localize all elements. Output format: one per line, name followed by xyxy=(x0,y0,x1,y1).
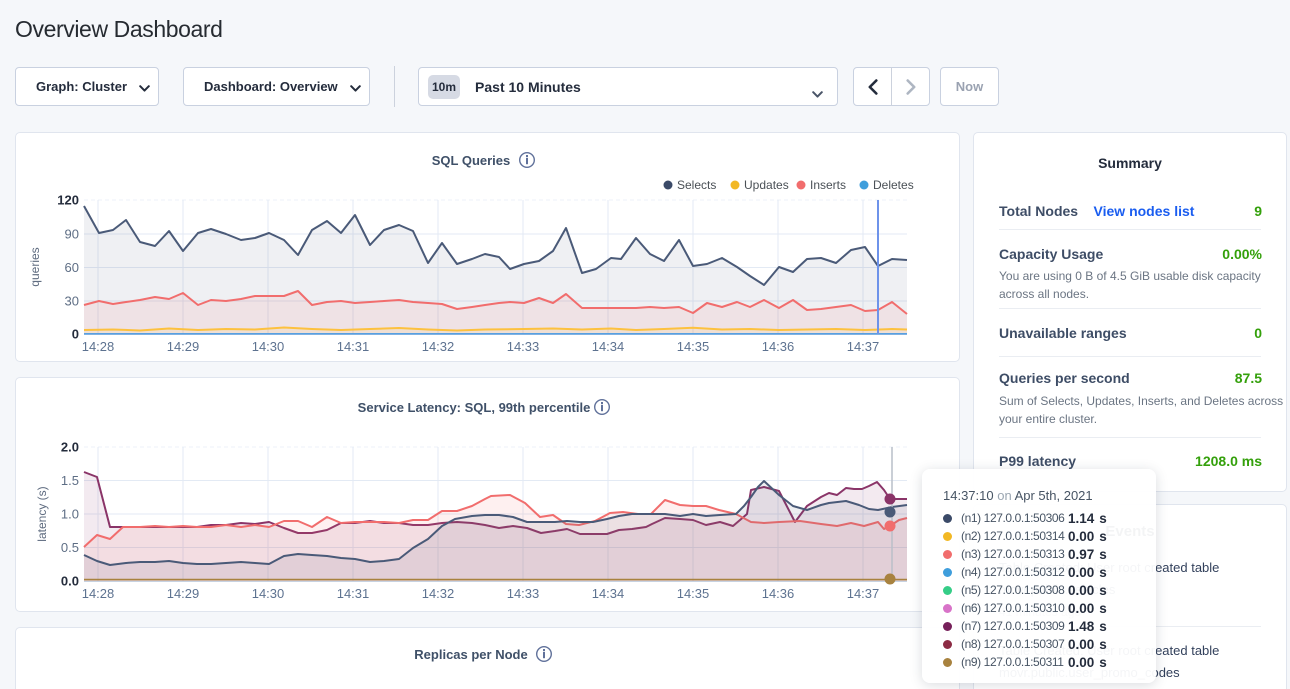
svg-text:14:34: 14:34 xyxy=(592,339,625,354)
svg-text:60: 60 xyxy=(65,260,79,275)
svg-text:14:34: 14:34 xyxy=(592,586,625,601)
svg-text:Deletes: Deletes xyxy=(873,178,914,192)
svg-text:120: 120 xyxy=(57,193,79,208)
svg-text:Updates: Updates xyxy=(744,178,789,192)
svg-text:14:33: 14:33 xyxy=(507,339,540,354)
svg-text:14:30: 14:30 xyxy=(252,339,285,354)
svg-text:14:37: 14:37 xyxy=(847,586,880,601)
svg-text:14:33: 14:33 xyxy=(507,586,540,601)
svg-text:Service Latency: SQL, 99th per: Service Latency: SQL, 99th percentile xyxy=(358,400,591,415)
svg-text:14:36: 14:36 xyxy=(762,339,795,354)
svg-text:2.0: 2.0 xyxy=(61,440,79,455)
svg-text:14:29: 14:29 xyxy=(167,339,200,354)
svg-text:14:28: 14:28 xyxy=(82,339,115,354)
svg-text:14:37: 14:37 xyxy=(847,339,880,354)
svg-text:14:31: 14:31 xyxy=(337,586,370,601)
svg-text:latency (s): latency (s) xyxy=(35,486,49,541)
svg-text:14:32: 14:32 xyxy=(422,339,455,354)
svg-text:90: 90 xyxy=(65,227,79,242)
svg-text:14:28: 14:28 xyxy=(82,586,115,601)
svg-text:14:29: 14:29 xyxy=(167,586,200,601)
svg-text:Selects: Selects xyxy=(677,178,716,192)
svg-text:14:31: 14:31 xyxy=(337,339,370,354)
svg-text:30: 30 xyxy=(65,294,79,309)
svg-text:Replicas per Node: Replicas per Node xyxy=(414,647,527,662)
svg-text:14:32: 14:32 xyxy=(422,586,455,601)
svg-text:0.5: 0.5 xyxy=(61,540,79,555)
svg-text:14:35: 14:35 xyxy=(677,586,710,601)
svg-text:14:36: 14:36 xyxy=(762,586,795,601)
svg-text:SQL Queries: SQL Queries xyxy=(432,153,511,168)
svg-text:queries: queries xyxy=(28,247,42,286)
svg-text:1.5: 1.5 xyxy=(61,473,79,488)
svg-text:14:35: 14:35 xyxy=(677,339,710,354)
svg-text:Inserts: Inserts xyxy=(810,178,846,192)
svg-text:14:30: 14:30 xyxy=(252,586,285,601)
svg-text:0: 0 xyxy=(72,327,79,342)
svg-text:1.0: 1.0 xyxy=(61,507,79,522)
svg-text:0.0: 0.0 xyxy=(61,574,79,589)
